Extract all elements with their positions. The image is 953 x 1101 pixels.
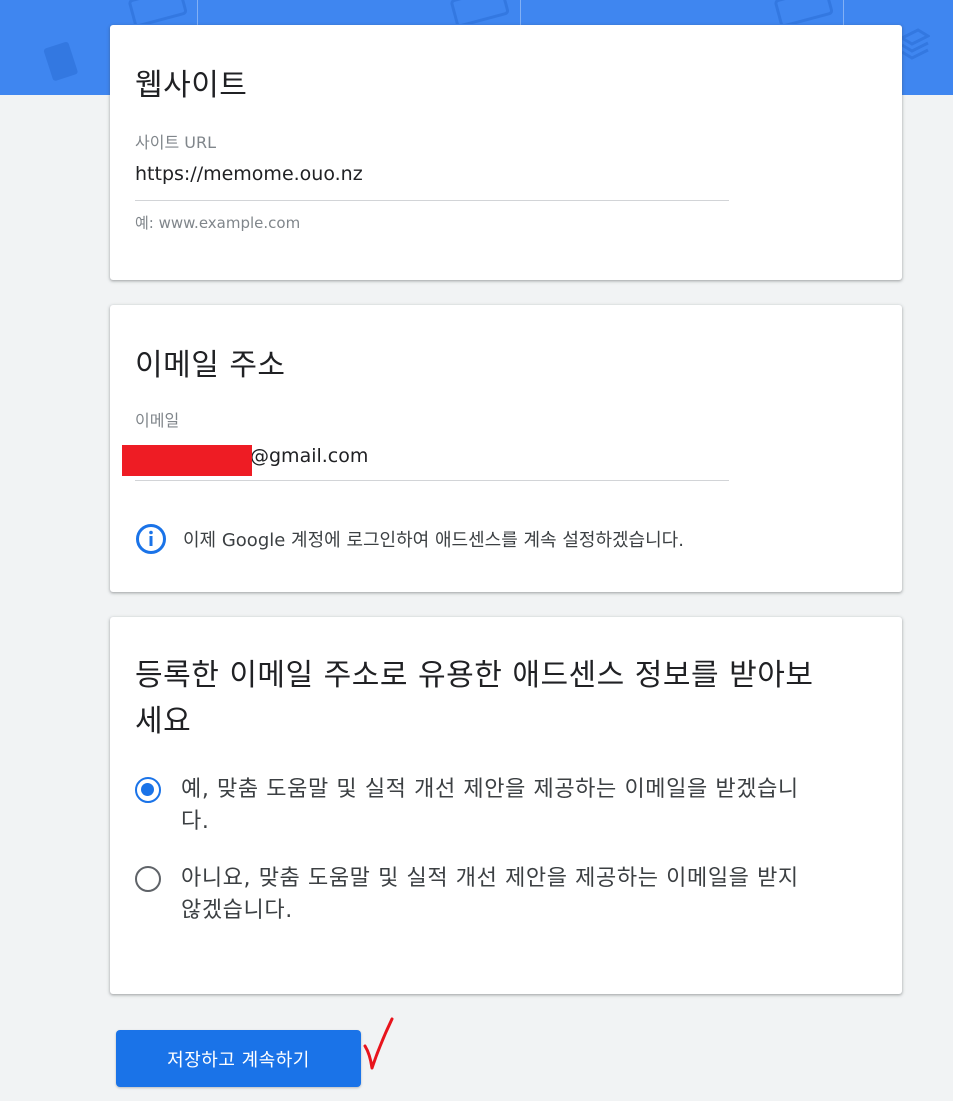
website-card: 웹사이트 사이트 URL https://memome.ouo.nz 예: ww… — [110, 25, 902, 280]
site-url-underline — [135, 200, 729, 201]
site-url-hint: 예: www.example.com — [135, 214, 301, 232]
banknote-icon — [128, 0, 188, 24]
info-notice: 이제 Google 계정에 로그인하여 애드센스를 계속 설정하겠습니다. — [135, 523, 684, 555]
banknote-icon — [450, 0, 510, 24]
email-section-title: 이메일 주소 — [135, 348, 286, 383]
email-label: 이메일 — [135, 411, 180, 430]
optin-title-line-1: 등록한 이메일 주소로 유용한 애드센스 정보를 받아보 — [135, 658, 814, 693]
email-input[interactable]: @gmail.com — [250, 445, 368, 467]
option-no-line-2: 않겠습니다. — [181, 898, 293, 923]
layers-icon — [900, 28, 930, 60]
email-card: 이메일 주소 이메일 @gmail.com 이제 Google 계정에 로그인하… — [110, 305, 902, 592]
site-url-input[interactable]: https://memome.ouo.nz — [135, 163, 363, 185]
info-icon — [136, 524, 166, 554]
divider — [843, 0, 844, 25]
info-text: 이제 Google 계정에 로그인하여 애드센스를 계속 설정하겠습니다. — [183, 530, 684, 551]
redaction-block — [122, 445, 252, 476]
optin-section-title: 등록한 이메일 주소로 유용한 애드센스 정보를 받아보 세요 — [135, 653, 895, 745]
optin-title-line-2: 세요 — [135, 704, 192, 739]
save-and-continue-button[interactable]: 저장하고 계속하기 — [116, 1030, 361, 1087]
option-yes-line-2: 다. — [181, 809, 210, 834]
banknote-icon — [774, 0, 834, 24]
option-no[interactable]: 아니요, 맞춤 도움말 및 실적 개선 제안을 제공하는 이메일을 받지 않겠습… — [135, 863, 885, 927]
option-yes-line-1: 예, 맞춤 도움말 및 실적 개선 제안을 제공하는 이메일을 받겠습니 — [181, 777, 799, 802]
radio-no[interactable] — [135, 866, 161, 892]
site-url-label: 사이트 URL — [135, 133, 216, 152]
divider — [520, 0, 521, 25]
ad-icon — [43, 41, 78, 81]
option-no-line-1: 아니요, 맞춤 도움말 및 실적 개선 제안을 제공하는 이메일을 받지 — [181, 866, 799, 891]
email-optin-card: 등록한 이메일 주소로 유용한 애드센스 정보를 받아보 세요 예, 맞춤 도움… — [110, 617, 902, 994]
option-yes[interactable]: 예, 맞춤 도움말 및 실적 개선 제안을 제공하는 이메일을 받겠습니 다. — [135, 774, 885, 838]
website-section-title: 웹사이트 — [135, 68, 248, 103]
option-no-label[interactable]: 아니요, 맞춤 도움말 및 실적 개선 제안을 제공하는 이메일을 받지 않겠습… — [181, 863, 799, 927]
divider — [197, 0, 198, 25]
radio-yes[interactable] — [135, 777, 161, 803]
checkmark-icon — [363, 1017, 394, 1070]
email-underline — [135, 480, 729, 481]
option-yes-label[interactable]: 예, 맞춤 도움말 및 실적 개선 제안을 제공하는 이메일을 받겠습니 다. — [181, 774, 799, 838]
